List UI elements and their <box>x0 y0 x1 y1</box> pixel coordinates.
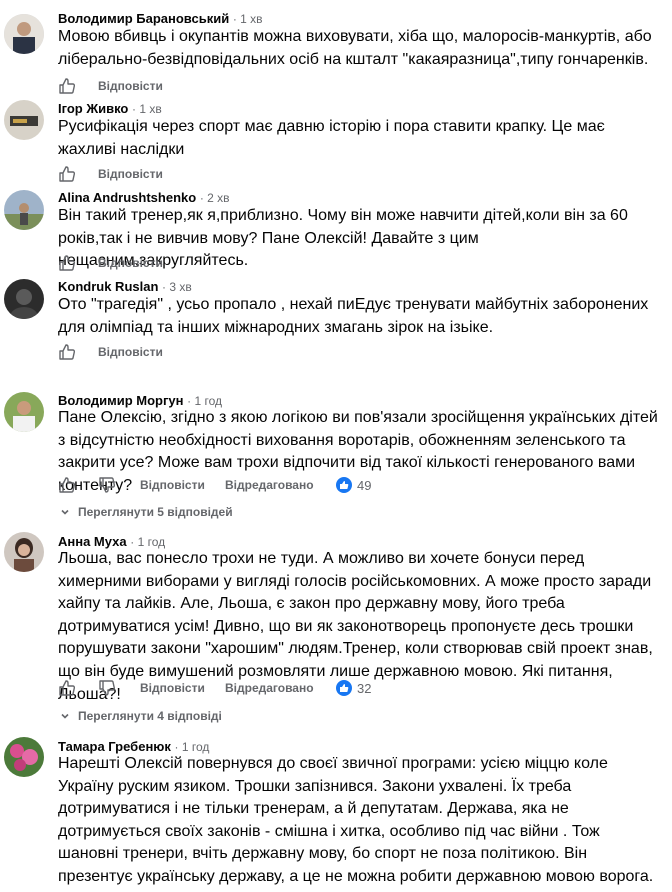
comment-actions: Відповісти <box>58 341 658 363</box>
comment-header: Kondruk Ruslan · 3 хв <box>58 279 192 295</box>
view-replies-button[interactable]: Переглянути 4 відповіді <box>60 709 222 723</box>
comment-time[interactable]: 1 хв <box>240 12 262 26</box>
like-reaction-icon <box>336 680 352 696</box>
comment-author[interactable]: Kondruk Ruslan <box>58 279 158 294</box>
comment-actions: Відповісти Відредаговано 49 <box>58 474 658 496</box>
comment-time[interactable]: 2 хв <box>207 191 229 205</box>
like-button[interactable] <box>58 252 76 274</box>
thumbs-up-icon <box>58 254 76 272</box>
thumbs-up-icon <box>58 476 76 494</box>
comment-time[interactable]: 1 год <box>138 535 166 549</box>
comment-actions: Відповісти <box>58 163 658 185</box>
comment-text: Нарешті Олексій повернувся до своєї звич… <box>58 755 654 885</box>
reply-button[interactable]: Відповісти <box>140 677 205 699</box>
like-button[interactable] <box>58 474 76 496</box>
comment-time[interactable]: 1 год <box>194 394 222 408</box>
avatar[interactable] <box>4 190 44 230</box>
comment-actions: Відповісти <box>58 75 658 97</box>
comment-time[interactable]: 1 хв <box>139 102 161 116</box>
like-button[interactable] <box>58 341 76 363</box>
avatar[interactable] <box>4 279 44 319</box>
chevron-down-icon <box>60 507 70 517</box>
like-reaction-icon <box>336 477 352 493</box>
avatar[interactable] <box>4 737 44 777</box>
thumbs-down-icon <box>98 679 116 697</box>
comment-author[interactable]: Анна Муха <box>58 534 127 549</box>
separator: · <box>174 740 182 754</box>
comment-text: Мовою вбивць і окупантів можна виховуват… <box>58 28 652 68</box>
edited-label: Відредаговано <box>225 478 314 492</box>
comment-author[interactable]: Володимир Моргун <box>58 393 183 408</box>
reply-button[interactable]: Відповісти <box>98 252 163 274</box>
view-replies-label: Переглянути 4 відповіді <box>78 709 222 723</box>
comment-header: Alina Andrushtshenko · 2 хв <box>58 190 230 206</box>
separator: · <box>130 535 138 549</box>
reply-button[interactable]: Відповісти <box>98 341 163 363</box>
thumbs-down-icon <box>98 476 116 494</box>
reaction-count[interactable]: 32 <box>336 677 371 699</box>
reply-button[interactable]: Відповісти <box>140 474 205 496</box>
reaction-count-value: 32 <box>357 680 372 696</box>
comment-header: Володимир Барановський · 1 хв <box>58 11 263 27</box>
dislike-button[interactable] <box>98 474 116 496</box>
comment-time[interactable]: 3 хв <box>169 280 191 294</box>
comment-author[interactable]: Тамара Гребенюк <box>58 739 171 754</box>
reaction-count-value: 49 <box>357 477 372 493</box>
comment-text: Ото "трагедія" , усьо пропало , нехай пи… <box>58 296 649 336</box>
reply-button[interactable]: Відповісти <box>98 163 163 185</box>
like-button[interactable] <box>58 677 76 699</box>
comment-actions: Відповісти Відредаговано 32 <box>58 677 658 699</box>
comment-text: Русифікація через спорт має давню історі… <box>58 118 605 158</box>
comment-author[interactable]: Alina Andrushtshenko <box>58 190 196 205</box>
like-button[interactable] <box>58 163 76 185</box>
like-button[interactable] <box>58 75 76 97</box>
thumbs-up-icon <box>58 679 76 697</box>
comment-actions: Відповісти <box>58 252 658 274</box>
avatar[interactable] <box>4 532 44 572</box>
avatar[interactable] <box>4 392 44 432</box>
comment-header: Ігор Живко · 1 хв <box>58 101 162 117</box>
reply-button[interactable]: Відповісти <box>98 75 163 97</box>
comment-author[interactable]: Ігор Живко <box>58 101 128 116</box>
thumbs-up-icon <box>58 77 76 95</box>
reaction-count[interactable]: 49 <box>336 474 371 496</box>
thumbs-up-icon <box>58 343 76 361</box>
comment-time[interactable]: 1 год <box>182 740 210 754</box>
edited-label: Відредаговано <box>225 681 314 695</box>
avatar[interactable] <box>4 14 44 54</box>
chevron-down-icon <box>60 711 70 721</box>
view-replies-label: Переглянути 5 відповідей <box>78 505 233 519</box>
view-replies-button[interactable]: Переглянути 5 відповідей <box>60 505 233 519</box>
dislike-button[interactable] <box>98 677 116 699</box>
thumbs-up-icon <box>58 165 76 183</box>
avatar[interactable] <box>4 100 44 140</box>
comment-author[interactable]: Володимир Барановський <box>58 11 229 26</box>
